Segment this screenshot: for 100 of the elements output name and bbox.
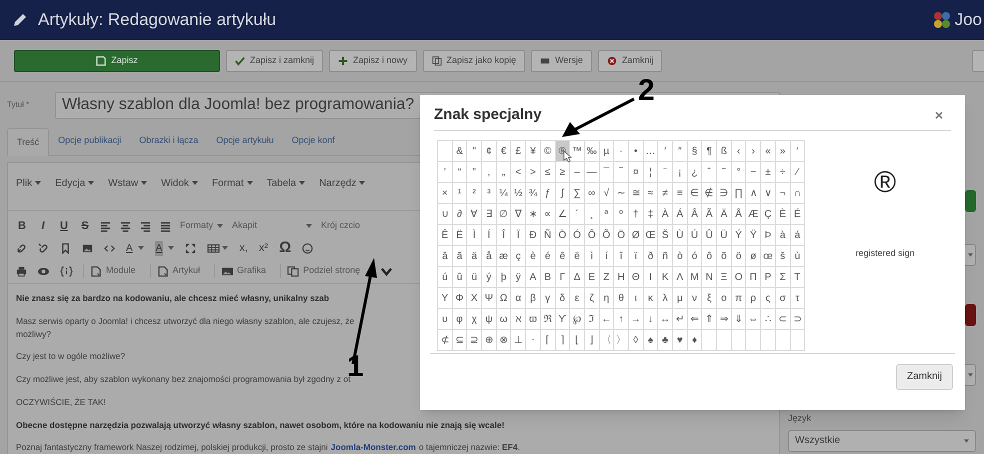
toolbar-button[interactable]: Zapisz i zamknij: [226, 50, 324, 72]
character-cell[interactable]: &: [452, 141, 468, 162]
character-cell[interactable]: ⊃: [790, 309, 806, 330]
character-cell[interactable]: Ø: [628, 225, 644, 246]
character-cell[interactable]: ²: [467, 183, 482, 204]
character-cell[interactable]: π: [732, 288, 746, 309]
character-cell[interactable]: ñ: [658, 246, 673, 267]
character-cell[interactable]: ∠: [556, 204, 570, 225]
character-cell[interactable]: ≤: [540, 162, 556, 183]
character-cell[interactable]: ª: [600, 204, 614, 225]
character-cell[interactable]: ê: [556, 246, 570, 267]
character-cell[interactable]: ù: [790, 246, 806, 267]
character-cell[interactable]: ≡: [673, 183, 688, 204]
character-cell[interactable]: ς: [761, 288, 776, 309]
character-cell[interactable]: ä: [467, 246, 482, 267]
character-cell[interactable]: Ù: [673, 225, 688, 246]
character-cell[interactable]: Ì: [467, 225, 482, 246]
character-cell[interactable]: Þ: [761, 225, 776, 246]
character-cell[interactable]: ´: [570, 204, 585, 225]
align-icon[interactable]: [100, 220, 111, 232]
character-cell[interactable]: À: [658, 204, 673, 225]
character-cell[interactable]: «: [761, 141, 776, 162]
character-cell[interactable]: Ð: [526, 225, 541, 246]
character-cell[interactable]: ¼: [496, 183, 512, 204]
character-cell[interactable]: Ω: [496, 288, 512, 309]
character-cell[interactable]: Ï: [511, 225, 526, 246]
link-icon[interactable]: [16, 242, 27, 254]
character-cell[interactable]: ♦: [688, 330, 702, 351]
character-cell[interactable]: û: [452, 267, 468, 288]
menu-item[interactable]: Narzędz: [319, 176, 366, 190]
character-cell[interactable]: ♥: [673, 330, 688, 351]
format-button[interactable]: I: [37, 218, 49, 234]
toolbar-button[interactable]: Zapisz jako kopię: [422, 50, 526, 72]
character-cell[interactable]: à: [776, 225, 790, 246]
character-cell[interactable]: ϖ: [526, 309, 541, 330]
character-cell[interactable]: ∼: [614, 183, 629, 204]
character-cell[interactable]: ½: [511, 183, 526, 204]
character-cell[interactable]: Ã: [702, 204, 718, 225]
character-cell[interactable]: ∪: [438, 204, 453, 225]
character-cell[interactable]: Ρ: [761, 267, 776, 288]
symbol-button[interactable]: x²: [258, 240, 268, 256]
character-cell[interactable]: ♣: [658, 330, 673, 351]
character-cell[interactable]: ↓: [644, 309, 658, 330]
character-cell[interactable]: ⁄: [790, 162, 806, 183]
character-cell[interactable]: Ψ: [482, 288, 497, 309]
image-icon[interactable]: [82, 242, 93, 254]
character-cell[interactable]: ≅: [628, 183, 644, 204]
character-cell[interactable]: Α: [526, 267, 541, 288]
character-cell[interactable]: Χ: [467, 288, 482, 309]
character-cell[interactable]: ξ: [702, 288, 718, 309]
sidebar-button[interactable]: [965, 304, 976, 326]
character-cell[interactable]: º: [614, 204, 629, 225]
language-dropdown[interactable]: Wszystkie: [788, 430, 976, 452]
character-cell[interactable]: †: [628, 204, 644, 225]
character-cell[interactable]: Î: [496, 225, 512, 246]
character-cell[interactable]: ω: [496, 309, 512, 330]
character-cell[interactable]: ‚: [482, 162, 497, 183]
character-cell[interactable]: ∴: [761, 309, 776, 330]
character-cell[interactable]: É: [790, 204, 806, 225]
character-cell[interactable]: Æ: [746, 204, 762, 225]
character-cell[interactable]: 〈: [600, 330, 614, 351]
menu-item[interactable]: Wstaw: [108, 176, 148, 190]
character-cell[interactable]: Ι: [644, 267, 658, 288]
character-cell[interactable]: ö: [732, 246, 746, 267]
character-cell[interactable]: ‡: [644, 204, 658, 225]
character-cell[interactable]: Ξ: [717, 267, 732, 288]
empty-cell[interactable]: [732, 330, 746, 351]
character-cell[interactable]: å: [482, 246, 497, 267]
character-cell[interactable]: ⊆: [452, 330, 468, 351]
character-cell[interactable]: ≥: [556, 162, 570, 183]
character-cell[interactable]: ⌋: [584, 330, 600, 351]
character-cell[interactable]: β: [526, 288, 541, 309]
character-cell[interactable]: ε: [570, 288, 585, 309]
character-cell[interactable]: ∋: [717, 183, 732, 204]
format-button[interactable]: U: [58, 218, 70, 234]
character-cell[interactable]: ú: [438, 267, 453, 288]
character-cell[interactable]: ⊄: [438, 330, 453, 351]
character-cell[interactable]: “: [452, 162, 468, 183]
character-cell[interactable]: ç: [511, 246, 526, 267]
character-cell[interactable]: ø: [746, 246, 762, 267]
character-cell[interactable]: √: [600, 183, 614, 204]
link[interactable]: Joomla-Monster.com: [330, 441, 416, 454]
character-cell[interactable]: χ: [467, 309, 482, 330]
empty-cell[interactable]: [717, 330, 732, 351]
character-cell[interactable]: ÷: [776, 162, 790, 183]
preview-icon[interactable]: [37, 266, 50, 276]
character-cell[interactable]: <: [511, 162, 526, 183]
character-cell[interactable]: ∉: [702, 183, 718, 204]
character-cell[interactable]: ¸: [584, 204, 600, 225]
character-cell[interactable]: ¶: [702, 141, 718, 162]
character-cell[interactable]: Δ: [570, 267, 585, 288]
bookmark-icon[interactable]: [60, 242, 71, 254]
character-cell[interactable]: ×: [438, 183, 453, 204]
character-cell[interactable]: ∃: [482, 204, 497, 225]
character-cell[interactable]: Í: [482, 225, 497, 246]
character-cell[interactable]: ⊥: [511, 330, 526, 351]
character-cell[interactable]: è: [526, 246, 541, 267]
character-cell[interactable]: Ν: [702, 267, 718, 288]
character-cell[interactable]: ·: [614, 141, 629, 162]
character-cell[interactable]: Τ: [790, 267, 806, 288]
